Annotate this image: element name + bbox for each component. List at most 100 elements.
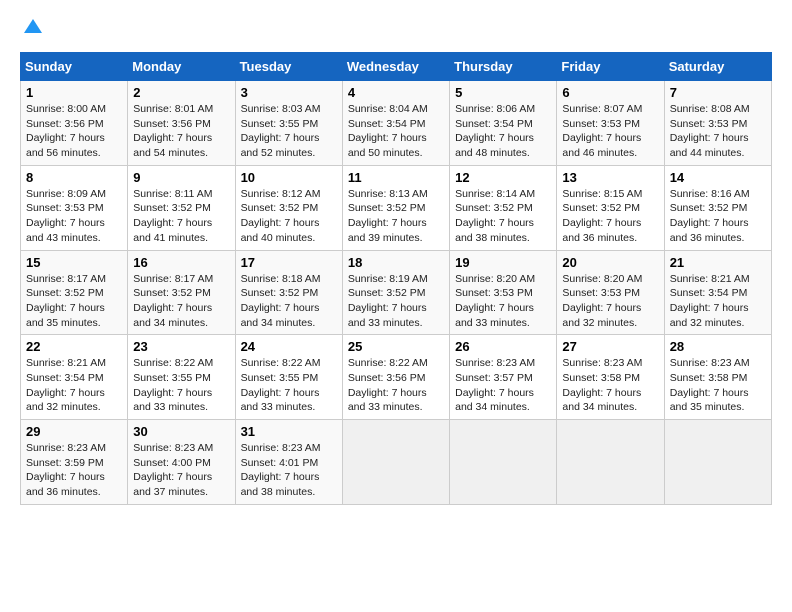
sunrise-label: Sunrise: 8:23 AM — [670, 357, 750, 369]
sunrise-label: Sunrise: 8:08 AM — [670, 103, 750, 115]
day-number: 10 — [241, 170, 337, 185]
day-info: Sunrise: 8:15 AM Sunset: 3:52 PM Dayligh… — [562, 187, 658, 246]
sunset-label: Sunset: 3:52 PM — [348, 287, 426, 299]
calendar-cell: 31 Sunrise: 8:23 AM Sunset: 4:01 PM Dayl… — [235, 420, 342, 505]
sunset-label: Sunset: 3:52 PM — [455, 202, 533, 214]
sunset-label: Sunset: 3:53 PM — [562, 287, 640, 299]
calendar-cell: 12 Sunrise: 8:14 AM Sunset: 3:52 PM Dayl… — [450, 165, 557, 250]
daylight-label: Daylight: 7 hours and 46 minutes. — [562, 132, 641, 159]
daylight-label: Daylight: 7 hours and 36 minutes. — [26, 471, 105, 498]
day-number: 6 — [562, 85, 658, 100]
daylight-label: Daylight: 7 hours and 33 minutes. — [133, 387, 212, 414]
sunset-label: Sunset: 3:52 PM — [133, 202, 211, 214]
day-number: 28 — [670, 339, 766, 354]
calendar-cell: 23 Sunrise: 8:22 AM Sunset: 3:55 PM Dayl… — [128, 335, 235, 420]
day-number: 15 — [26, 255, 122, 270]
sunset-label: Sunset: 3:52 PM — [670, 202, 748, 214]
calendar-cell: 22 Sunrise: 8:21 AM Sunset: 3:54 PM Dayl… — [21, 335, 128, 420]
sunrise-label: Sunrise: 8:18 AM — [241, 273, 321, 285]
calendar-cell: 24 Sunrise: 8:22 AM Sunset: 3:55 PM Dayl… — [235, 335, 342, 420]
day-info: Sunrise: 8:08 AM Sunset: 3:53 PM Dayligh… — [670, 102, 766, 161]
daylight-label: Daylight: 7 hours and 35 minutes. — [670, 387, 749, 414]
day-number: 26 — [455, 339, 551, 354]
calendar-cell: 5 Sunrise: 8:06 AM Sunset: 3:54 PM Dayli… — [450, 81, 557, 166]
day-number: 18 — [348, 255, 444, 270]
sunrise-label: Sunrise: 8:23 AM — [455, 357, 535, 369]
sunset-label: Sunset: 3:54 PM — [348, 118, 426, 130]
day-number: 1 — [26, 85, 122, 100]
day-info: Sunrise: 8:01 AM Sunset: 3:56 PM Dayligh… — [133, 102, 229, 161]
calendar-cell: 7 Sunrise: 8:08 AM Sunset: 3:53 PM Dayli… — [664, 81, 771, 166]
calendar-week-4: 22 Sunrise: 8:21 AM Sunset: 3:54 PM Dayl… — [21, 335, 772, 420]
daylight-label: Daylight: 7 hours and 37 minutes. — [133, 471, 212, 498]
sunrise-label: Sunrise: 8:12 AM — [241, 188, 321, 200]
sunrise-label: Sunrise: 8:11 AM — [133, 188, 212, 200]
day-info: Sunrise: 8:09 AM Sunset: 3:53 PM Dayligh… — [26, 187, 122, 246]
calendar-cell: 28 Sunrise: 8:23 AM Sunset: 3:58 PM Dayl… — [664, 335, 771, 420]
calendar-cell: 29 Sunrise: 8:23 AM Sunset: 3:59 PM Dayl… — [21, 420, 128, 505]
day-info: Sunrise: 8:03 AM Sunset: 3:55 PM Dayligh… — [241, 102, 337, 161]
calendar-week-3: 15 Sunrise: 8:17 AM Sunset: 3:52 PM Dayl… — [21, 250, 772, 335]
daylight-label: Daylight: 7 hours and 32 minutes. — [562, 302, 641, 329]
sunrise-label: Sunrise: 8:21 AM — [26, 357, 106, 369]
day-number: 7 — [670, 85, 766, 100]
daylight-label: Daylight: 7 hours and 43 minutes. — [26, 217, 105, 244]
sunset-label: Sunset: 3:52 PM — [26, 287, 104, 299]
daylight-label: Daylight: 7 hours and 44 minutes. — [670, 132, 749, 159]
daylight-label: Daylight: 7 hours and 36 minutes. — [670, 217, 749, 244]
sunrise-label: Sunrise: 8:00 AM — [26, 103, 106, 115]
day-number: 16 — [133, 255, 229, 270]
sunrise-label: Sunrise: 8:15 AM — [562, 188, 642, 200]
day-info: Sunrise: 8:20 AM Sunset: 3:53 PM Dayligh… — [455, 272, 551, 331]
header — [20, 20, 772, 42]
day-number: 11 — [348, 170, 444, 185]
calendar-cell: 27 Sunrise: 8:23 AM Sunset: 3:58 PM Dayl… — [557, 335, 664, 420]
calendar-cell: 21 Sunrise: 8:21 AM Sunset: 3:54 PM Dayl… — [664, 250, 771, 335]
daylight-label: Daylight: 7 hours and 33 minutes. — [348, 387, 427, 414]
sunset-label: Sunset: 3:52 PM — [348, 202, 426, 214]
sunrise-label: Sunrise: 8:09 AM — [26, 188, 106, 200]
daylight-label: Daylight: 7 hours and 50 minutes. — [348, 132, 427, 159]
calendar-cell: 4 Sunrise: 8:04 AM Sunset: 3:54 PM Dayli… — [342, 81, 449, 166]
sunrise-label: Sunrise: 8:22 AM — [241, 357, 321, 369]
day-info: Sunrise: 8:16 AM Sunset: 3:52 PM Dayligh… — [670, 187, 766, 246]
day-number: 3 — [241, 85, 337, 100]
calendar-cell: 17 Sunrise: 8:18 AM Sunset: 3:52 PM Dayl… — [235, 250, 342, 335]
calendar-cell: 25 Sunrise: 8:22 AM Sunset: 3:56 PM Dayl… — [342, 335, 449, 420]
sunset-label: Sunset: 3:55 PM — [133, 372, 211, 384]
day-number: 4 — [348, 85, 444, 100]
daylight-label: Daylight: 7 hours and 34 minutes. — [133, 302, 212, 329]
day-info: Sunrise: 8:23 AM Sunset: 3:59 PM Dayligh… — [26, 441, 122, 500]
sunset-label: Sunset: 4:01 PM — [241, 457, 319, 469]
day-info: Sunrise: 8:20 AM Sunset: 3:53 PM Dayligh… — [562, 272, 658, 331]
daylight-label: Daylight: 7 hours and 34 minutes. — [562, 387, 641, 414]
daylight-label: Daylight: 7 hours and 41 minutes. — [133, 217, 212, 244]
day-number: 9 — [133, 170, 229, 185]
day-number: 27 — [562, 339, 658, 354]
daylight-label: Daylight: 7 hours and 32 minutes. — [670, 302, 749, 329]
day-number: 31 — [241, 424, 337, 439]
sunset-label: Sunset: 3:57 PM — [455, 372, 533, 384]
day-info: Sunrise: 8:21 AM Sunset: 3:54 PM Dayligh… — [670, 272, 766, 331]
logo — [20, 20, 44, 42]
daylight-label: Daylight: 7 hours and 32 minutes. — [26, 387, 105, 414]
day-info: Sunrise: 8:23 AM Sunset: 4:01 PM Dayligh… — [241, 441, 337, 500]
calendar-cell: 11 Sunrise: 8:13 AM Sunset: 3:52 PM Dayl… — [342, 165, 449, 250]
weekday-header-sunday: Sunday — [21, 53, 128, 81]
calendar: SundayMondayTuesdayWednesdayThursdayFrid… — [20, 52, 772, 505]
weekday-header-monday: Monday — [128, 53, 235, 81]
day-info: Sunrise: 8:19 AM Sunset: 3:52 PM Dayligh… — [348, 272, 444, 331]
day-info: Sunrise: 8:06 AM Sunset: 3:54 PM Dayligh… — [455, 102, 551, 161]
daylight-label: Daylight: 7 hours and 56 minutes. — [26, 132, 105, 159]
sunrise-label: Sunrise: 8:22 AM — [348, 357, 428, 369]
daylight-label: Daylight: 7 hours and 33 minutes. — [241, 387, 320, 414]
calendar-cell: 15 Sunrise: 8:17 AM Sunset: 3:52 PM Dayl… — [21, 250, 128, 335]
sunset-label: Sunset: 3:52 PM — [562, 202, 640, 214]
day-info: Sunrise: 8:11 AM Sunset: 3:52 PM Dayligh… — [133, 187, 229, 246]
sunrise-label: Sunrise: 8:17 AM — [133, 273, 213, 285]
day-info: Sunrise: 8:14 AM Sunset: 3:52 PM Dayligh… — [455, 187, 551, 246]
day-number: 12 — [455, 170, 551, 185]
day-info: Sunrise: 8:18 AM Sunset: 3:52 PM Dayligh… — [241, 272, 337, 331]
sunset-label: Sunset: 3:54 PM — [455, 118, 533, 130]
day-number: 30 — [133, 424, 229, 439]
